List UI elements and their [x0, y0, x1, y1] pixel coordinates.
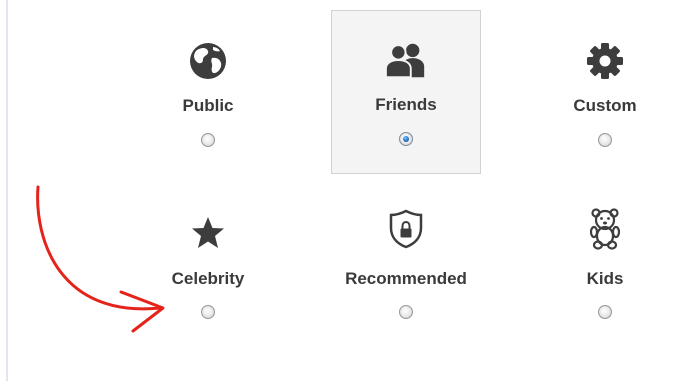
option-celebrity[interactable]: Celebrity	[133, 185, 283, 349]
gear-icon	[583, 39, 627, 83]
option-recommended-label: Recommended	[345, 269, 467, 288]
star-icon	[186, 211, 230, 255]
shield-lock-icon	[384, 207, 428, 251]
option-friends[interactable]: Friends	[331, 10, 481, 174]
option-friends-label: Friends	[375, 95, 437, 114]
option-public-radio[interactable]	[201, 133, 215, 147]
option-custom[interactable]: Custom	[530, 11, 680, 175]
option-celebrity-radio[interactable]	[201, 305, 215, 319]
option-recommended-radio[interactable]	[399, 305, 413, 319]
option-celebrity-label: Celebrity	[171, 269, 245, 288]
page-left-border	[6, 0, 8, 381]
option-custom-label: Custom	[573, 96, 637, 115]
option-kids[interactable]: Kids	[530, 185, 680, 349]
option-public-label: Public	[182, 96, 234, 115]
teddy-bear-icon	[583, 207, 627, 251]
globe-icon	[186, 39, 230, 83]
option-kids-label: Kids	[586, 269, 624, 288]
option-friends-radio[interactable]	[399, 132, 413, 146]
option-recommended[interactable]: Recommended	[331, 185, 481, 349]
option-kids-radio[interactable]	[598, 305, 612, 319]
option-custom-radio[interactable]	[598, 133, 612, 147]
option-public[interactable]: Public	[133, 11, 283, 175]
friends-icon	[384, 38, 428, 82]
